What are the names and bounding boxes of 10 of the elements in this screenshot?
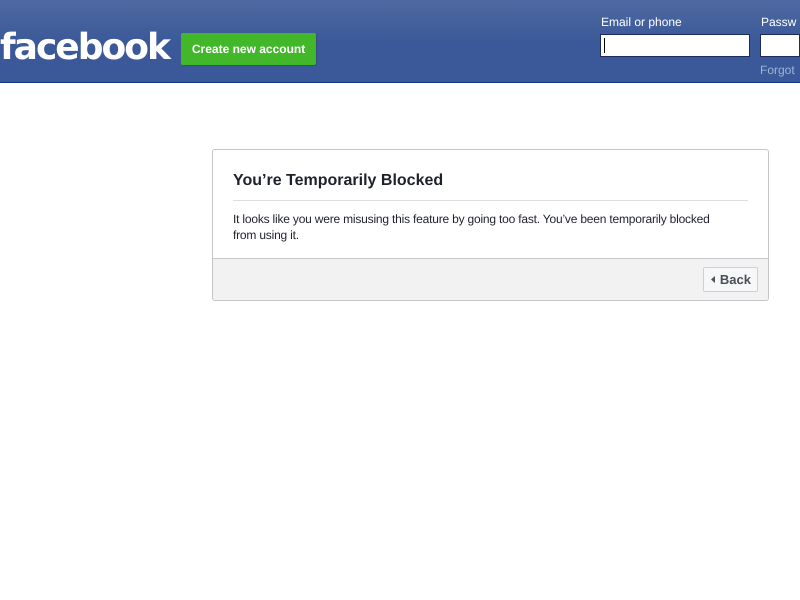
dialog-message: It looks like you were misusing this feature by going too fast. You’ve been temporarily blocked from using it. xyxy=(233,211,711,243)
input-field[interactable] xyxy=(760,34,800,57)
caret-icon xyxy=(710,276,715,283)
input-field[interactable] xyxy=(600,34,750,57)
logo[interactable]: facebook xyxy=(0,27,169,69)
field-label: Passw xyxy=(761,15,796,29)
back-button[interactable]: Back xyxy=(702,267,758,292)
field-label: Email or phone xyxy=(601,15,682,29)
text-cursor-icon xyxy=(604,38,605,53)
dialog-title: You’re Temporarily Blocked xyxy=(233,170,748,201)
